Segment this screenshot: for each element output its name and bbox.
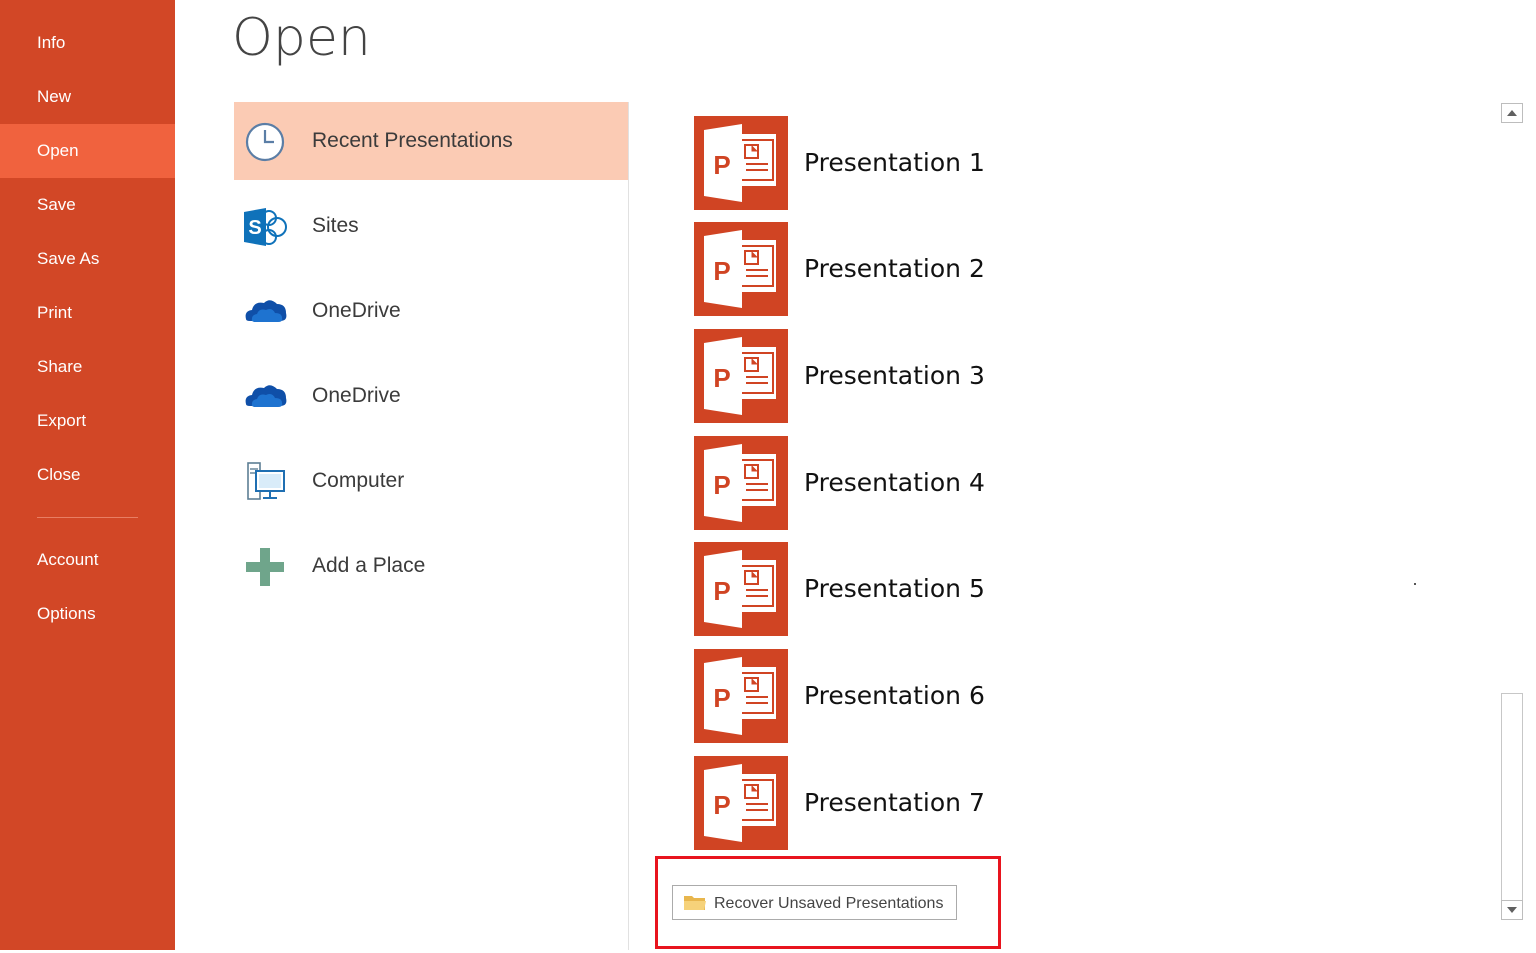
onedrive-icon [245, 385, 287, 407]
presentation-name: Presentation 1 [804, 148, 985, 177]
svg-text:P: P [713, 363, 730, 393]
place-label: OneDrive [312, 384, 401, 407]
powerpoint-icon: P [694, 542, 788, 636]
nav-item-info[interactable]: Info [0, 16, 175, 70]
place-onedrive-2[interactable]: OneDrive [234, 357, 628, 435]
place-onedrive-1[interactable]: OneDrive [234, 272, 628, 350]
place-label: Recent Presentations [312, 129, 513, 152]
nav-item-options[interactable]: Options [0, 587, 175, 641]
computer-icon [247, 462, 285, 500]
stray-dot [1414, 583, 1416, 585]
svg-text:P: P [713, 256, 730, 286]
presentation-item[interactable]: P Presentation 2 [694, 222, 1154, 316]
recover-unsaved-presentations-button[interactable]: Recover Unsaved Presentations [672, 885, 957, 920]
place-label: Sites [312, 214, 359, 237]
plus-icon [246, 548, 284, 586]
nav-item-export[interactable]: Export [0, 394, 175, 448]
nav-item-print[interactable]: Print [0, 286, 175, 340]
nav-item-new[interactable]: New [0, 70, 175, 124]
panel-divider [628, 102, 629, 950]
svg-text:P: P [713, 790, 730, 820]
place-label: Computer [312, 469, 405, 492]
nav-item-open[interactable]: Open [0, 124, 175, 178]
sharepoint-icon: S [244, 208, 287, 246]
presentation-name: Presentation 3 [804, 361, 985, 390]
place-label: Add a Place [312, 554, 426, 577]
svg-text:P: P [713, 576, 730, 606]
triangle-up-icon [1507, 110, 1517, 116]
powerpoint-icon: P [694, 649, 788, 743]
nav-separator [37, 517, 138, 518]
triangle-down-icon [1507, 907, 1517, 913]
folder-icon [684, 896, 706, 910]
presentation-name: Presentation 4 [804, 468, 985, 497]
presentation-item[interactable]: P Presentation 4 [694, 436, 1154, 530]
presentation-name: Presentation 7 [804, 788, 985, 817]
scrollbar-track[interactable] [1501, 123, 1523, 920]
place-sites[interactable]: S Sites [234, 187, 628, 265]
scroll-down-button[interactable] [1501, 900, 1523, 920]
clock-icon [245, 122, 285, 162]
presentation-item[interactable]: P Presentation 1 [694, 116, 1154, 210]
onedrive-icon [245, 300, 287, 322]
presentation-name: Presentation 5 [804, 574, 985, 603]
presentation-item[interactable]: P Presentation 7 [694, 756, 1154, 850]
presentation-item[interactable]: P Presentation 3 [694, 329, 1154, 423]
nav-item-account[interactable]: Account [0, 533, 175, 587]
place-computer[interactable]: Computer [234, 442, 628, 520]
backstage-nav: Info New Open Save Save As Print Share E… [0, 0, 175, 950]
svg-text:P: P [713, 470, 730, 500]
recover-button-label: Recover Unsaved Presentations [714, 895, 944, 912]
powerpoint-icon: P [694, 756, 788, 850]
svg-text:P: P [713, 150, 730, 180]
scroll-up-button[interactable] [1501, 103, 1523, 123]
powerpoint-icon: P [694, 116, 788, 210]
powerpoint-icon: P [694, 222, 788, 316]
powerpoint-icon: P [694, 436, 788, 530]
vertical-scrollbar[interactable] [1501, 103, 1523, 920]
nav-item-share[interactable]: Share [0, 340, 175, 394]
nav-item-save-as[interactable]: Save As [0, 232, 175, 286]
svg-text:P: P [713, 683, 730, 713]
powerpoint-icon: P [694, 329, 788, 423]
presentation-item[interactable]: P Presentation 6 [694, 649, 1154, 743]
place-label: OneDrive [312, 299, 401, 322]
nav-item-save[interactable]: Save [0, 178, 175, 232]
presentation-name: Presentation 2 [804, 254, 985, 283]
presentation-item[interactable]: P Presentation 5 [694, 542, 1154, 636]
place-recent-presentations[interactable]: Recent Presentations [234, 102, 628, 180]
page-title: Open [232, 8, 371, 68]
svg-text:S: S [248, 217, 261, 239]
scrollbar-thumb[interactable] [1501, 693, 1523, 920]
presentation-name: Presentation 6 [804, 681, 985, 710]
place-add-a-place[interactable]: Add a Place [234, 527, 628, 605]
nav-item-close[interactable]: Close [0, 448, 175, 502]
